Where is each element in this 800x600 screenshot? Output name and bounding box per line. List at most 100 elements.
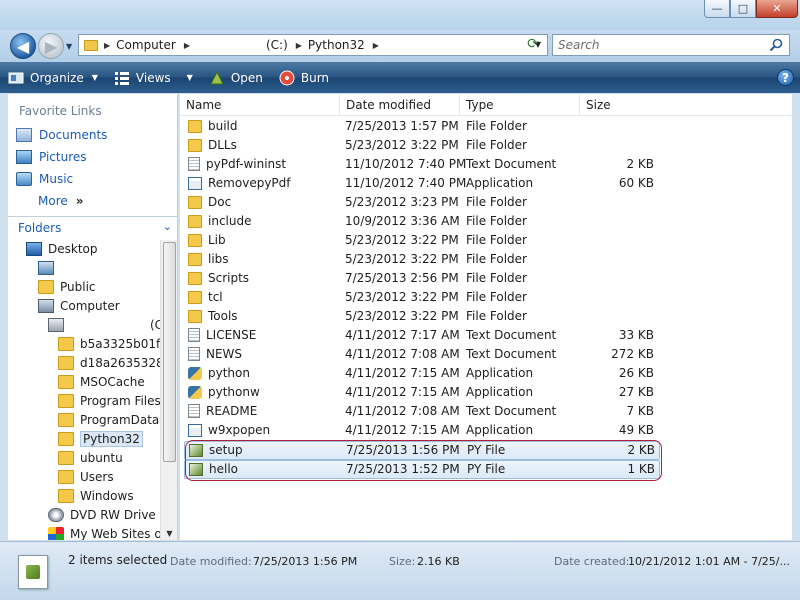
file-row[interactable]: LICENSE 4/11/2012 7:17 AM Text Document 33 …: [184, 327, 660, 346]
forward-button[interactable]: ▶: [38, 33, 64, 59]
file-name-cell: NEWS: [188, 347, 242, 361]
file-date-modified: 4/11/2012 7:08 AM: [345, 404, 460, 418]
tree-item-python32[interactable]: Python32: [58, 430, 143, 448]
file-name: RemovepyPdf: [208, 176, 291, 190]
date-created-label: Date created:: [554, 555, 630, 568]
file-name-cell: README: [188, 404, 257, 418]
details-pane: 2 items selected Date modified: 7/25/201…: [0, 541, 800, 600]
file-type: Text Document: [466, 404, 557, 418]
file-row[interactable]: pyPdf-wininst 11/10/2012 7:40 PM Text Docu…: [184, 156, 660, 175]
tree-item-dvd-drive[interactable]: DVD RW Drive (D: [48, 506, 160, 524]
tree-item-user[interactable]: [38, 259, 60, 277]
minimize-button[interactable]: —: [704, 0, 730, 18]
views-button[interactable]: Views ▼: [114, 70, 193, 86]
file-name: tcl: [208, 290, 223, 304]
favorite-link-pictures[interactable]: Pictures: [16, 150, 87, 164]
column-header-size[interactable]: Size: [580, 94, 792, 116]
file-row[interactable]: README 4/11/2012 7:08 AM Text Document 7 KB: [184, 403, 660, 422]
column-header-type[interactable]: Type: [460, 94, 580, 116]
breadcrumb-arrow-icon[interactable]: ▶: [296, 41, 302, 50]
close-button[interactable]: ✕: [756, 0, 798, 18]
tree-item-msocache[interactable]: MSOCache: [58, 373, 145, 391]
tree-item-web-sites[interactable]: My Web Sites on: [48, 525, 160, 540]
file-date-modified: 5/23/2012 3:22 PM: [345, 252, 459, 266]
help-icon[interactable]: ?: [777, 69, 794, 86]
maximize-button[interactable]: □: [730, 0, 756, 18]
file-row[interactable]: build 7/25/2013 1:57 PM File Folder: [184, 118, 660, 137]
breadcrumb-arrow-icon[interactable]: ▶: [373, 41, 379, 50]
tree-item-program-files[interactable]: Program Files: [58, 392, 160, 410]
file-type: File Folder: [466, 138, 527, 152]
breadcrumb-drive-c[interactable]: (C:): [266, 38, 288, 52]
file-row[interactable]: w9xpopen 4/11/2012 7:15 AM Application 49 K…: [184, 422, 660, 441]
file-row[interactable]: libs 5/23/2012 3:22 PM File Folder: [184, 251, 660, 270]
file-row[interactable]: RemovepyPdf 11/10/2012 7:40 PM Application…: [184, 175, 660, 194]
open-button[interactable]: Open: [209, 70, 263, 86]
file-row[interactable]: tcl 5/23/2012 3:22 PM File Folder: [184, 289, 660, 308]
search-input[interactable]: [553, 35, 753, 55]
file-type: Application: [466, 423, 534, 437]
scroll-down-icon[interactable]: ▼: [161, 529, 178, 538]
file-name: LICENSE: [206, 328, 257, 342]
favorite-link-documents[interactable]: Documents: [16, 128, 107, 142]
breadcrumb-arrow-icon[interactable]: ▶: [184, 41, 190, 50]
python-icon: [188, 366, 202, 380]
tree-item-folder[interactable]: d18a263532834: [58, 354, 160, 372]
chevron-down-icon: ⌄: [162, 220, 172, 233]
tree-item-computer[interactable]: Computer: [38, 297, 120, 315]
tree-item-public[interactable]: Public: [38, 278, 96, 296]
file-type: Text Document: [466, 328, 557, 342]
file-name: Lib: [208, 233, 226, 247]
folder-icon: [38, 280, 54, 294]
tree-item-ubuntu[interactable]: ubuntu: [58, 449, 123, 467]
burn-button[interactable]: Burn: [279, 70, 329, 86]
music-icon: [16, 172, 32, 186]
refresh-icon[interactable]: ⟳: [522, 36, 544, 54]
file-date-modified: 4/11/2012 7:15 AM: [345, 366, 460, 380]
scrollbar-thumb[interactable]: [163, 242, 176, 462]
tree-item-programdata[interactable]: ProgramData: [58, 411, 159, 429]
file-row[interactable]: DLLs 5/23/2012 3:22 PM File Folder: [184, 137, 660, 156]
text-file-icon: [188, 328, 200, 342]
file-size: 33 KB: [618, 328, 654, 342]
file-row[interactable]: Scripts 7/25/2013 2:56 PM File Folder: [184, 270, 660, 289]
address-bar[interactable]: ▶ Computer ▶ (C:) ▶ Python32 ▶ ▼: [78, 34, 548, 56]
search-icon[interactable]: [769, 38, 783, 52]
organize-button[interactable]: Organize ▼: [8, 70, 98, 86]
tree-item-windows[interactable]: Windows: [58, 487, 134, 505]
file-row[interactable]: python 4/11/2012 7:15 AM Application 26 KB: [184, 365, 660, 384]
file-row[interactable]: pythonw 4/11/2012 7:15 AM Application 27 KB: [184, 384, 660, 403]
tree-item-users[interactable]: Users: [58, 468, 114, 486]
file-type: Text Document: [466, 157, 557, 171]
file-row[interactable]: NEWS 4/11/2012 7:08 AM Text Document 272 KB: [184, 346, 660, 365]
tree-item-drive-c[interactable]: (C:): [48, 316, 160, 334]
date-created-value: 10/21/2012 1:01 AM - 7/25/...: [628, 555, 790, 568]
tree-item-label: ubuntu: [80, 451, 123, 465]
column-header-name[interactable]: Name: [180, 94, 340, 116]
file-date-modified: 4/11/2012 7:08 AM: [345, 347, 460, 361]
tree-item-label: ProgramData: [80, 413, 160, 427]
file-row[interactable]: Doc 5/23/2012 3:23 PM File Folder: [184, 194, 660, 213]
folder-icon: [58, 337, 74, 351]
file-row[interactable]: Tools 5/23/2012 3:22 PM File Folder: [184, 308, 660, 327]
tree-scrollbar[interactable]: ▼: [160, 240, 177, 540]
tree-item-label: My Web Sites on: [70, 527, 160, 540]
file-type: File Folder: [466, 252, 527, 266]
file-row[interactable]: include 10/9/2012 3:36 AM File Folder: [184, 213, 660, 232]
breadcrumb-python32[interactable]: Python32: [308, 38, 365, 52]
drive-icon: [48, 318, 64, 332]
breadcrumb-arrow-icon[interactable]: ▶: [104, 41, 110, 50]
recent-pages-dropdown[interactable]: ▼: [66, 42, 72, 51]
tree-item-folder[interactable]: b5a3325b01f5e: [58, 335, 160, 353]
tree-item-desktop[interactable]: Desktop: [26, 240, 98, 258]
file-row[interactable]: Lib 5/23/2012 3:22 PM File Folder: [184, 232, 660, 251]
command-toolbar: Organize ▼ Views ▼ Open Burn: [0, 62, 800, 93]
favorite-link-music[interactable]: Music: [16, 172, 73, 186]
organize-icon: [8, 70, 24, 86]
folders-header[interactable]: Folders ⌄: [8, 216, 178, 238]
search-box[interactable]: [552, 34, 790, 56]
column-header-date-modified[interactable]: Date modified: [340, 94, 460, 116]
favorite-link-more[interactable]: More »: [38, 194, 84, 208]
back-button[interactable]: ◀: [10, 33, 36, 59]
breadcrumb-computer[interactable]: Computer: [116, 38, 176, 52]
